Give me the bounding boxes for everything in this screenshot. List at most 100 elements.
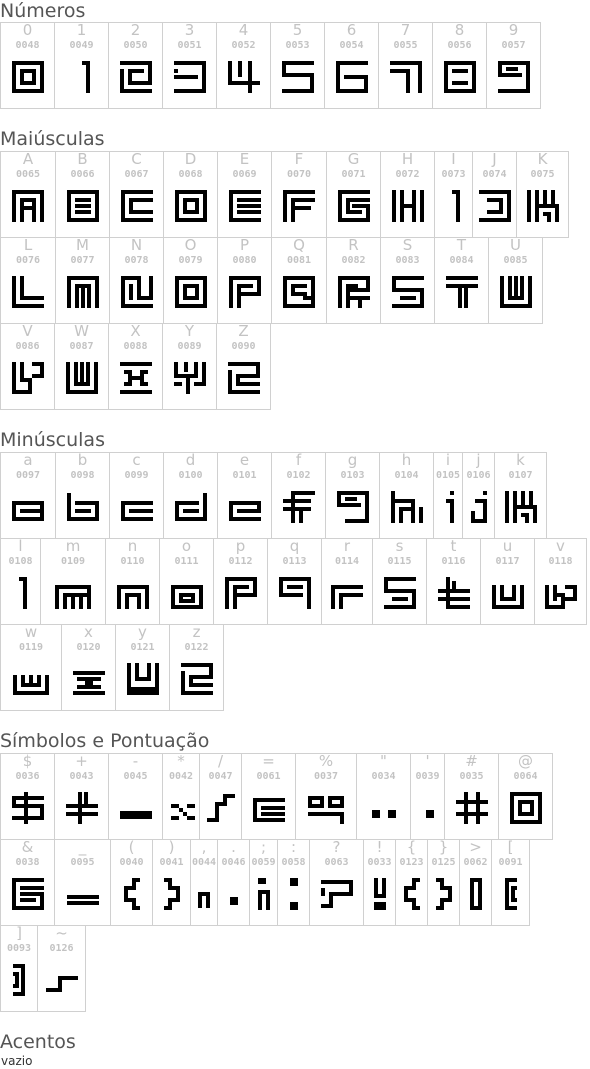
glyph-code: 0040 xyxy=(119,857,144,868)
glyph-cell: Z 0090 xyxy=(216,323,271,410)
glyph-sRbrack-icon xyxy=(13,964,25,996)
glyph-character: e xyxy=(239,451,250,469)
glyph-sStar-icon xyxy=(171,804,195,820)
glyph-code: 0121 xyxy=(130,642,155,653)
glyph-sGt-icon xyxy=(469,878,482,910)
glyph-lx-icon xyxy=(72,671,105,695)
glyph-character: x xyxy=(84,623,93,641)
glyph-preview xyxy=(164,274,217,314)
glyph-preview xyxy=(111,876,152,916)
glyph-preview xyxy=(411,790,444,830)
glyph-cell: k 0107 xyxy=(494,452,547,539)
glyph-code: 0112 xyxy=(228,556,253,567)
glyph-cell: W 0087 xyxy=(54,323,109,410)
glyph-cell: z 0122 xyxy=(169,624,224,711)
glyph-cell: B 0066 xyxy=(55,151,110,238)
glyph-character: g xyxy=(347,451,358,469)
glyph-code: 0102 xyxy=(286,470,311,481)
glyph-code: 0087 xyxy=(69,341,94,352)
glyph-code: 0066 xyxy=(70,169,95,180)
glyph-code: 0076 xyxy=(15,255,41,266)
glyph-cell: I 0073 xyxy=(434,151,473,238)
glyph-uA-icon xyxy=(12,190,44,222)
glyph-cell: D 0068 xyxy=(163,151,218,238)
glyph-preview xyxy=(1,188,55,228)
glyph-preview xyxy=(272,188,326,228)
glyph-character: ? xyxy=(332,838,341,856)
glyph-sApos-icon xyxy=(425,810,434,818)
glyph-sLpar-icon xyxy=(123,878,140,910)
glyph-character: o xyxy=(181,537,192,555)
glyph-cell: w 0119 xyxy=(0,624,62,711)
glyph-preview xyxy=(495,489,546,529)
glyph-cell: b 0098 xyxy=(55,452,110,539)
glyph-code: 0057 xyxy=(501,40,526,51)
glyph-code: 0069 xyxy=(232,169,257,180)
glyph-preview xyxy=(381,274,434,314)
section-title-numeros: Números xyxy=(0,0,86,22)
glyph-lq-icon xyxy=(278,577,311,609)
glyph-code: 0041 xyxy=(159,857,184,868)
glyph-cell: 9 0057 xyxy=(486,22,541,109)
glyph-character: h xyxy=(401,451,412,469)
glyph-uK-icon xyxy=(526,190,559,222)
glyph-sMinus-icon xyxy=(119,811,152,819)
glyph-character: r xyxy=(343,537,351,555)
glyph-uD-icon xyxy=(174,190,207,222)
glyph-character: $ xyxy=(22,752,33,770)
glyph-preview xyxy=(153,876,190,916)
glyph-cell: n 0110 xyxy=(105,538,160,625)
glyph-preview xyxy=(110,274,163,314)
glyph-cell: h 0104 xyxy=(379,452,434,539)
glyph-preview xyxy=(191,876,217,916)
glyph-cell: E 0069 xyxy=(217,151,272,238)
glyph-preview xyxy=(1,274,55,314)
glyph-code: 0061 xyxy=(256,771,281,782)
glyph-sUnder-icon xyxy=(66,895,99,905)
glyph-character: } xyxy=(438,838,449,856)
glyph-cell: ) 0041 xyxy=(152,839,191,926)
glyph-code: 0117 xyxy=(495,556,520,567)
glyph-code: 0039 xyxy=(415,771,440,782)
glyph-d2-icon xyxy=(119,61,152,93)
glyph-preview xyxy=(38,962,85,1002)
glyph-character: - xyxy=(132,752,139,770)
glyph-ld-icon xyxy=(174,493,207,521)
glyph-character: z xyxy=(192,623,201,641)
glyph-character: U xyxy=(510,236,521,254)
glyph-d5-icon xyxy=(281,61,314,93)
glyph-cell: f 0102 xyxy=(271,452,326,539)
glyph-character: " xyxy=(380,752,387,770)
glyph-cell: t 0116 xyxy=(426,538,481,625)
glyph-character: i xyxy=(445,451,451,469)
glyph-lg-icon xyxy=(336,491,369,523)
glyph-preview xyxy=(164,489,217,529)
glyph-code: 0042 xyxy=(168,771,194,782)
glyph-character: y xyxy=(138,623,147,641)
glyph-lj-icon xyxy=(470,491,487,523)
glyph-preview xyxy=(473,188,516,228)
glyph-character: 3 xyxy=(184,21,195,39)
glyph-ls-icon xyxy=(383,577,416,609)
glyph-preview xyxy=(499,790,552,830)
glyph-preview xyxy=(517,188,568,228)
glyph-lo-icon xyxy=(170,585,203,609)
glyph-character: C xyxy=(131,150,142,168)
glyph-cell: 5 0053 xyxy=(270,22,325,109)
glyph-preview xyxy=(435,188,472,228)
glyph-uP-icon xyxy=(228,276,261,308)
glyph-cell: 0 0048 xyxy=(0,22,55,109)
glyph-le-icon xyxy=(228,501,261,521)
glyph-uN-icon xyxy=(120,276,153,308)
glyph-uQ-icon xyxy=(283,276,315,308)
glyph-preview xyxy=(460,876,491,916)
glyph-cell: v 0118 xyxy=(534,538,587,625)
glyph-preview xyxy=(163,360,216,400)
glyph-character: a xyxy=(23,451,33,469)
glyph-character: # xyxy=(465,752,478,770)
glyph-preview xyxy=(1,59,54,99)
section-title-simbolos: Símbolos e Pontuação xyxy=(0,730,210,752)
glyph-character: H xyxy=(401,150,414,168)
glyph-d6-icon xyxy=(335,61,368,93)
glyph-cell: ' 0039 xyxy=(410,753,445,840)
